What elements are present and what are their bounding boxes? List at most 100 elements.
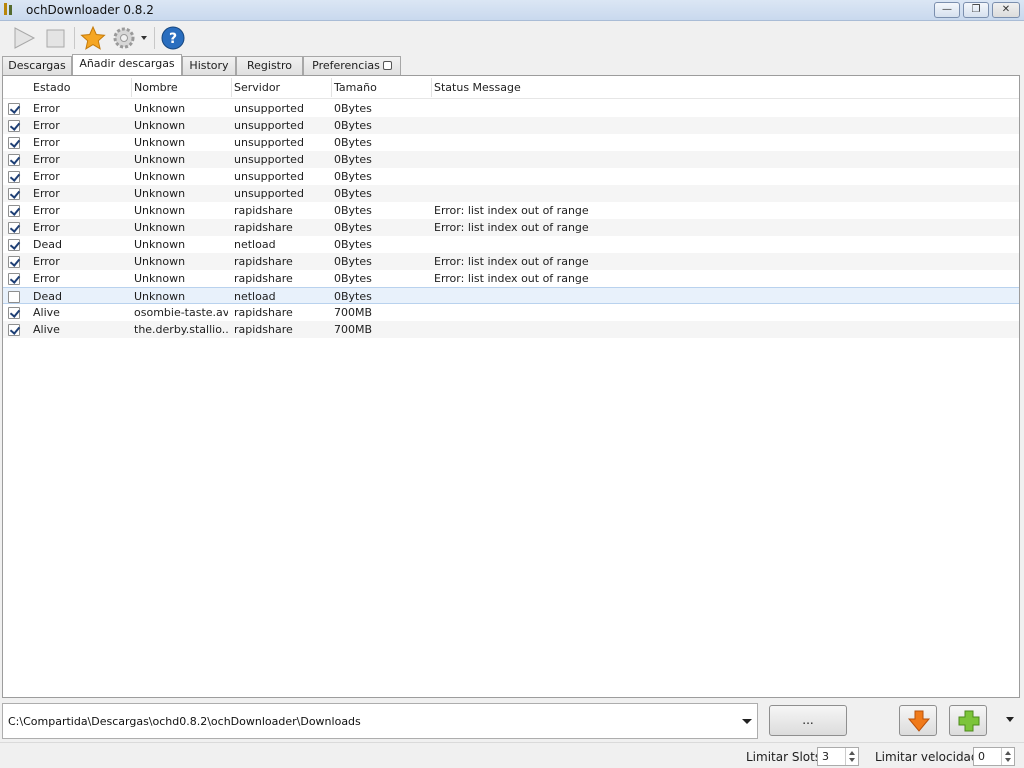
cell-servidor: netload [234, 238, 276, 251]
spin-up-icon[interactable] [849, 751, 855, 755]
row-checkbox[interactable] [8, 256, 20, 268]
slots-value[interactable]: 3 [822, 750, 829, 763]
cell-nombre: Unknown [134, 136, 186, 149]
cell-nombre: the.derby.stallio... [134, 323, 228, 336]
download-button[interactable] [899, 705, 937, 736]
table-row[interactable]: Alive osombie-taste.avi rapidshare 700MB [3, 304, 1019, 321]
cell-servidor: unsupported [234, 187, 304, 200]
cell-estado: Alive [33, 306, 60, 319]
column-estado[interactable]: Estado [33, 81, 70, 94]
row-checkbox[interactable] [8, 205, 20, 217]
cell-tamano: 700MB [334, 306, 373, 319]
column-divider[interactable] [131, 78, 132, 97]
tab-preferencias[interactable]: Preferencias [303, 56, 401, 75]
cell-nombre: Unknown [134, 204, 186, 217]
settings-button[interactable] [110, 25, 152, 51]
favorites-button[interactable] [79, 25, 107, 51]
table-row[interactable]: Error Unknown unsupported 0Bytes [3, 134, 1019, 151]
cell-estado: Error [33, 153, 60, 166]
row-checkbox[interactable] [8, 103, 20, 115]
more-options-icon[interactable] [1005, 716, 1015, 724]
cell-tamano: 0Bytes [334, 170, 372, 183]
spin-up-icon[interactable] [1005, 751, 1011, 755]
spin-down-icon[interactable] [1005, 758, 1011, 762]
spinner-arrows[interactable] [1001, 748, 1014, 765]
minimize-button[interactable]: — [934, 2, 960, 18]
speed-spinner[interactable]: 0 [973, 747, 1015, 766]
spin-down-icon[interactable] [849, 758, 855, 762]
row-checkbox[interactable] [8, 324, 20, 336]
stop-button[interactable] [42, 25, 70, 51]
tab-close-icon[interactable] [382, 61, 392, 70]
cell-servidor: unsupported [234, 136, 304, 149]
cell-nombre: Unknown [134, 290, 186, 303]
table-row[interactable]: Error Unknown unsupported 0Bytes [3, 151, 1019, 168]
column-tamano[interactable]: Tamaño [334, 81, 377, 94]
cell-tamano: 0Bytes [334, 221, 372, 234]
column-status-message[interactable]: Status Message [434, 81, 521, 94]
cell-tamano: 0Bytes [334, 187, 372, 200]
table-row[interactable]: Dead Unknown netload 0Bytes [3, 236, 1019, 253]
gear-icon [113, 27, 147, 49]
cell-tamano: 0Bytes [334, 255, 372, 268]
column-servidor[interactable]: Servidor [234, 81, 280, 94]
chevron-down-icon[interactable] [741, 715, 753, 727]
row-checkbox[interactable] [8, 188, 20, 200]
row-checkbox[interactable] [8, 222, 20, 234]
cell-status-message: Error: list index out of range [434, 204, 589, 217]
cell-tamano: 0Bytes [334, 272, 372, 285]
cell-estado: Alive [33, 323, 60, 336]
cell-estado: Error [33, 136, 60, 149]
table-row[interactable]: Dead Unknown netload 0Bytes [3, 287, 1019, 304]
spinner-arrows[interactable] [845, 748, 858, 765]
table-row[interactable]: Error Unknown unsupported 0Bytes [3, 100, 1019, 117]
cell-tamano: 0Bytes [334, 238, 372, 251]
row-checkbox[interactable] [8, 120, 20, 132]
column-nombre[interactable]: Nombre [134, 81, 178, 94]
cell-servidor: unsupported [234, 153, 304, 166]
table-row[interactable]: Error Unknown rapidshare 0Bytes Error: list … [3, 270, 1019, 287]
row-checkbox[interactable] [8, 154, 20, 166]
table-row[interactable]: Error Unknown unsupported 0Bytes [3, 117, 1019, 134]
column-divider[interactable] [231, 78, 232, 97]
row-checkbox[interactable] [8, 171, 20, 183]
cell-estado: Error [33, 170, 60, 183]
table-row[interactable]: Alive the.derby.stallio... rapidshare 700MB [3, 321, 1019, 338]
table-row[interactable]: Error Unknown unsupported 0Bytes [3, 185, 1019, 202]
cell-nombre: Unknown [134, 272, 186, 285]
table-row[interactable]: Error Unknown rapidshare 0Bytes Error: list … [3, 219, 1019, 236]
column-divider[interactable] [431, 78, 432, 97]
play-button[interactable] [10, 25, 38, 51]
tab-history[interactable]: History [182, 56, 236, 75]
cell-estado: Error [33, 272, 60, 285]
tab-descargas[interactable]: Descargas [2, 56, 72, 75]
cell-servidor: rapidshare [234, 272, 293, 285]
close-button[interactable]: ✕ [992, 2, 1020, 18]
slots-spinner[interactable]: 3 [817, 747, 859, 766]
row-checkbox[interactable] [8, 239, 20, 251]
row-checkbox[interactable] [8, 307, 20, 319]
table-row[interactable]: Error Unknown rapidshare 0Bytes Error: list … [3, 202, 1019, 219]
row-checkbox[interactable] [8, 291, 20, 303]
cell-tamano: 0Bytes [334, 153, 372, 166]
cell-servidor: rapidshare [234, 255, 293, 268]
cell-tamano: 0Bytes [334, 290, 372, 303]
help-icon: ? [161, 26, 185, 50]
table-row[interactable]: Error Unknown rapidshare 0Bytes Error: list … [3, 253, 1019, 270]
row-checkbox[interactable] [8, 273, 20, 285]
speed-value[interactable]: 0 [978, 750, 985, 763]
tab-anadir-descargas[interactable]: Añadir descargas [72, 54, 182, 75]
help-button[interactable]: ? [159, 25, 187, 51]
browse-button[interactable]: ... [769, 705, 847, 736]
add-button[interactable] [949, 705, 987, 736]
table-row[interactable]: Error Unknown unsupported 0Bytes [3, 168, 1019, 185]
tab-registro[interactable]: Registro [236, 56, 303, 75]
cell-estado: Dead [33, 238, 62, 251]
download-path-combobox[interactable]: C:\Compartida\Descargas\ochd0.8.2\ochDow… [2, 703, 758, 739]
maximize-button[interactable]: ❐ [963, 2, 989, 18]
cell-tamano: 700MB [334, 323, 373, 336]
column-divider[interactable] [331, 78, 332, 97]
cell-servidor: unsupported [234, 119, 304, 132]
cell-status-message: Error: list index out of range [434, 272, 589, 285]
row-checkbox[interactable] [8, 137, 20, 149]
